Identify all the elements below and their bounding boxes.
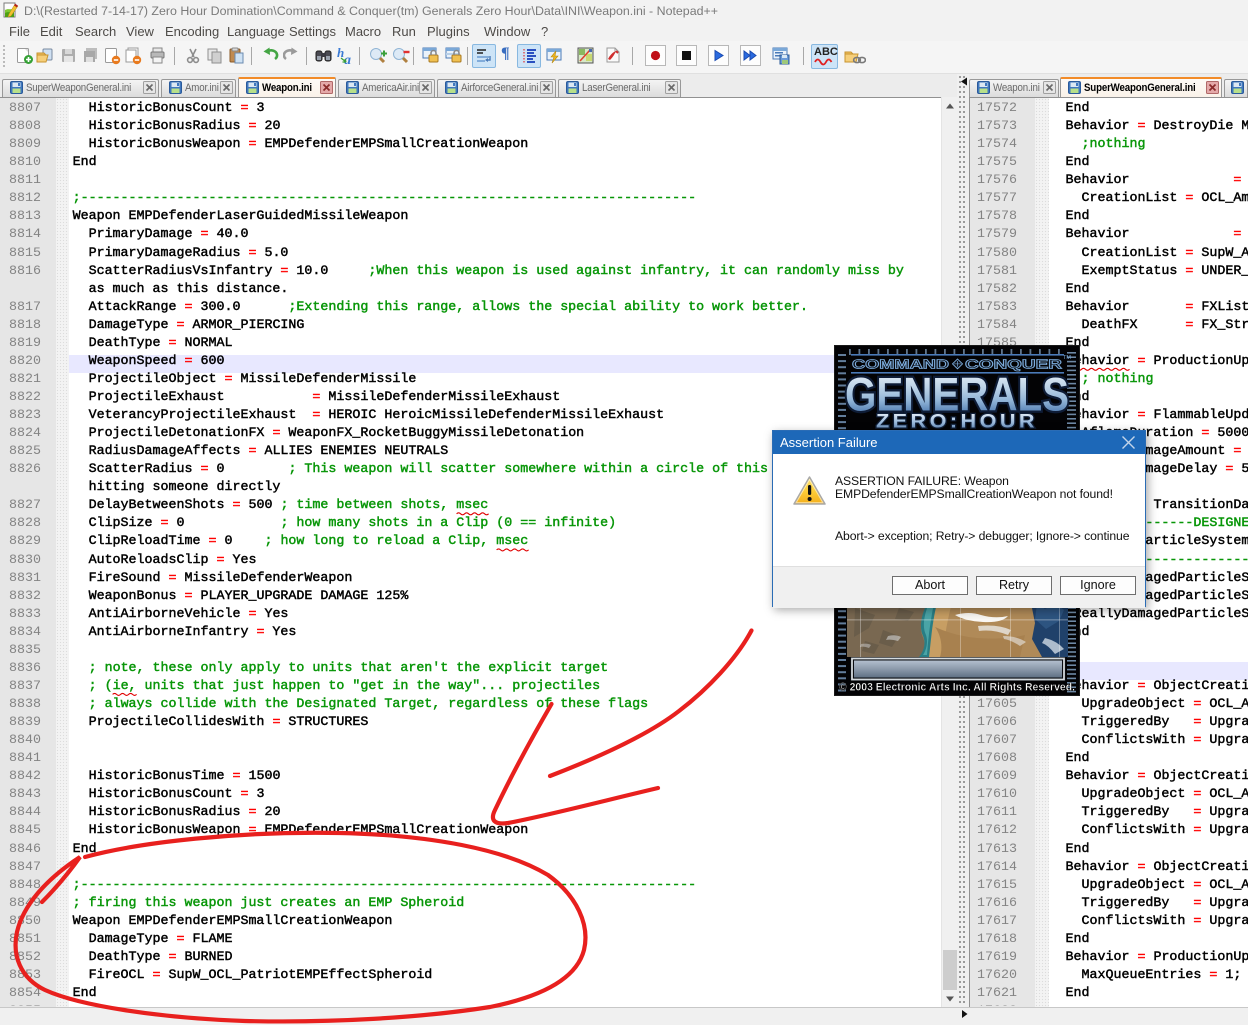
svg-text:© 2003 Electronic Arts Inc. Al: © 2003 Electronic Arts Inc. All Rights R… [839, 682, 1075, 694]
svg-text:TM: TM [1063, 355, 1071, 361]
